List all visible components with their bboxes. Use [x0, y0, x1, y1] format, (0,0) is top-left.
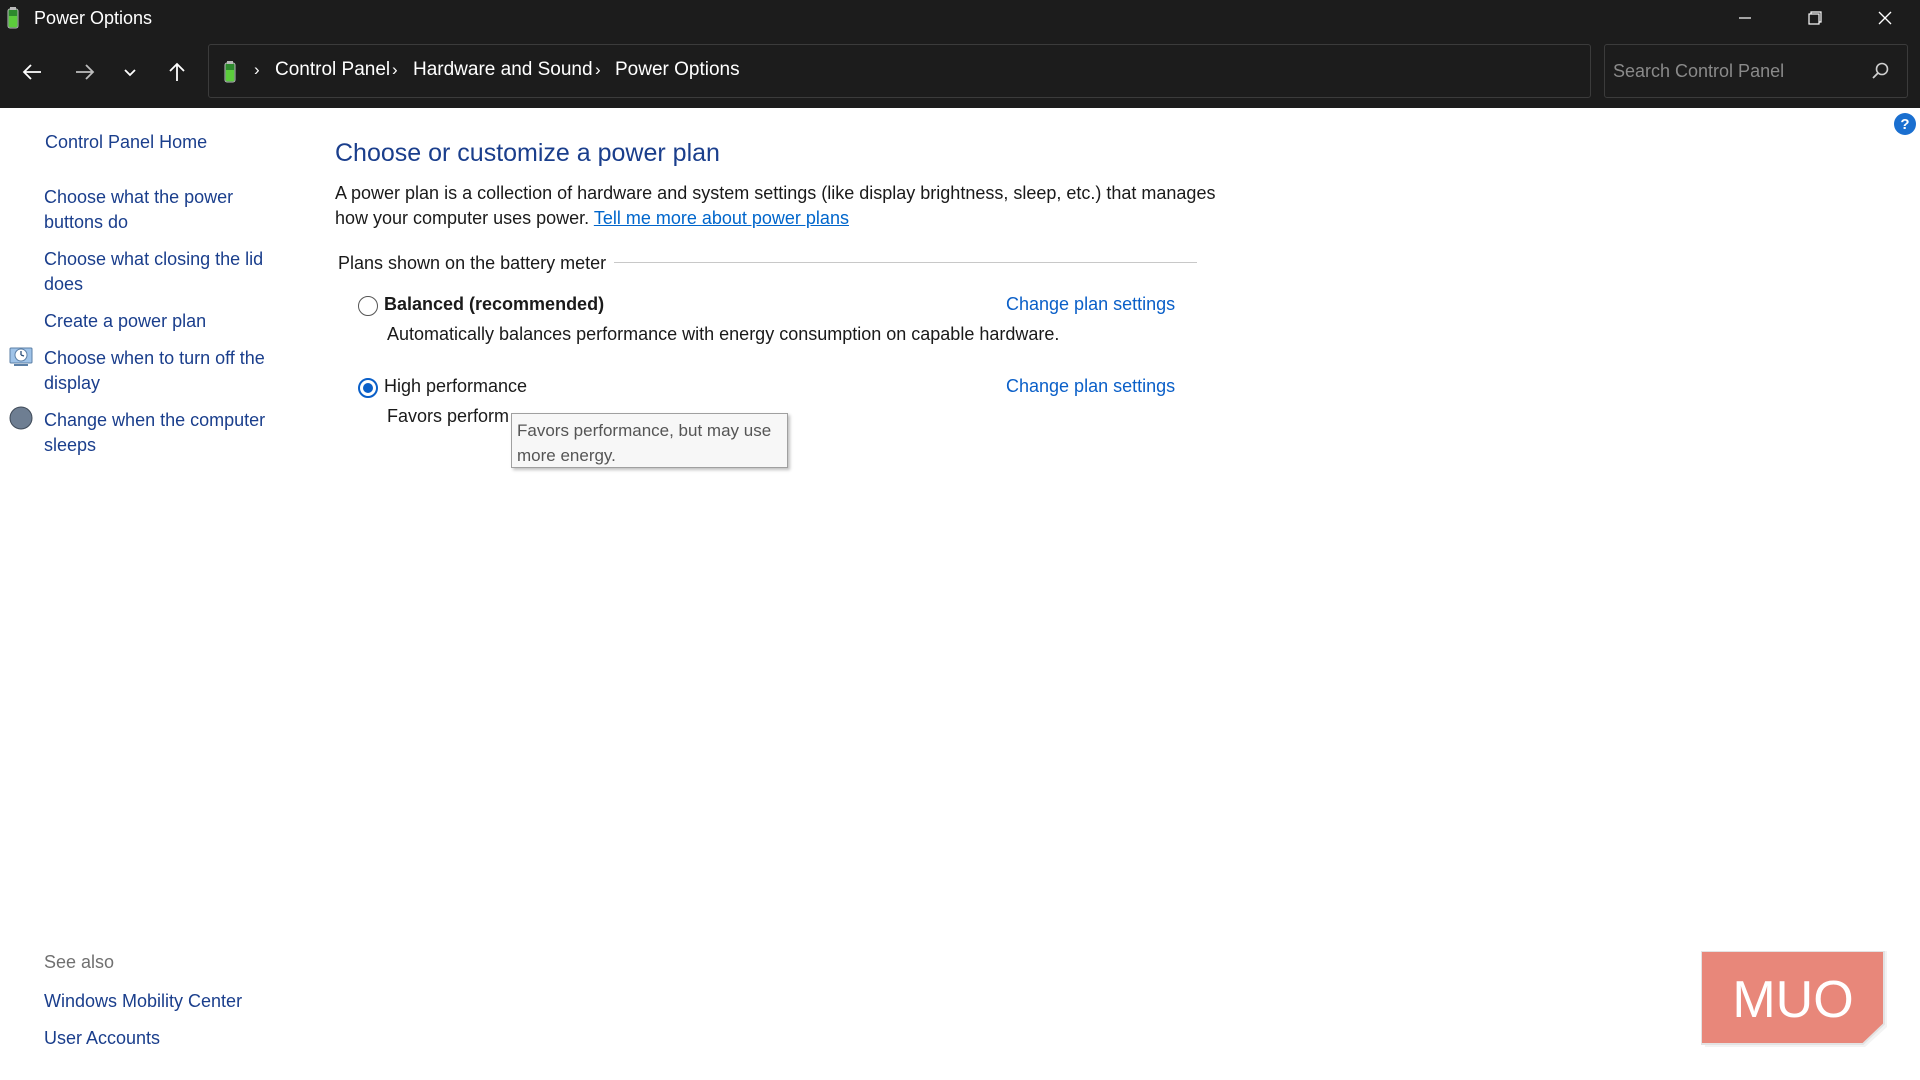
search-icon[interactable] — [1869, 60, 1891, 82]
up-button[interactable] — [157, 54, 197, 90]
sidebar-control-panel-home[interactable]: Control Panel Home — [45, 130, 285, 155]
high-performance-plan-name[interactable]: High performance — [384, 376, 527, 397]
chevron-right-icon: › — [254, 60, 260, 79]
sidebar-item-create-plan[interactable]: Create a power plan — [44, 309, 284, 334]
close-button[interactable] — [1850, 0, 1920, 36]
balanced-plan-description: Automatically balances performance with … — [387, 324, 1060, 344]
chevron-right-icon: › — [595, 60, 601, 79]
breadcrumb-control-panel[interactable]: Control Panel — [275, 59, 390, 81]
sidebar-item-turn-off-display[interactable]: Choose when to turn off the display — [44, 346, 284, 396]
page-description: A power plan is a collection of hardware… — [335, 181, 1235, 231]
chevron-right-icon: › — [392, 60, 398, 79]
power-options-icon — [7, 7, 19, 29]
high-performance-change-settings-link[interactable]: Change plan settings — [1006, 376, 1175, 397]
sleep-moon-icon — [9, 406, 33, 430]
balanced-change-settings-link[interactable]: Change plan settings — [1006, 294, 1175, 315]
arrow-right-icon — [76, 64, 95, 80]
close-icon — [1878, 11, 1892, 25]
forward-button[interactable] — [65, 54, 105, 90]
search-box[interactable] — [1604, 44, 1908, 98]
breadcrumb-hardware-and-sound[interactable]: Hardware and Sound — [413, 59, 593, 81]
sidebar-item-computer-sleeps[interactable]: Change when the computer sleeps — [44, 408, 284, 458]
group-label: Plans shown on the battery meter — [338, 253, 607, 273]
balanced-plan-radio[interactable] — [358, 296, 378, 316]
see-also-user-accounts[interactable]: User Accounts — [44, 1026, 284, 1051]
high-performance-plan-description: Favors perform — [387, 406, 510, 426]
display-clock-icon — [9, 347, 33, 366]
sidebar-item-power-buttons[interactable]: Choose what the power buttons do — [44, 185, 264, 235]
window-title: Power Options — [34, 8, 153, 28]
power-options-icon — [224, 61, 236, 83]
navigation-bar: › Control Panel › Hardware and Sound › P… — [0, 36, 1920, 108]
chevron-down-icon — [124, 69, 136, 77]
page-title: Choose or customize a power plan — [335, 139, 720, 167]
high-performance-plan-radio[interactable] — [358, 378, 378, 398]
group-divider — [614, 262, 1197, 263]
restore-button[interactable] — [1780, 0, 1850, 36]
address-bar[interactable]: › Control Panel › Hardware and Sound › P… — [208, 44, 1779, 98]
minimize-icon — [1739, 17, 1751, 19]
back-button[interactable] — [12, 54, 52, 90]
recent-locations-button[interactable] — [110, 54, 150, 90]
muo-logo-text: MUO — [1732, 971, 1853, 1029]
balanced-plan-name[interactable]: Balanced (recommended) — [384, 294, 604, 315]
title-bar: Power Options — [0, 0, 1920, 36]
muo-logo: MUO — [1701, 951, 1887, 1047]
see-also-mobility-center[interactable]: Windows Mobility Center — [44, 989, 284, 1014]
learn-more-link[interactable]: Tell me more about power plans — [594, 208, 849, 228]
see-also-heading: See also — [44, 952, 115, 972]
sidebar-item-closing-lid[interactable]: Choose what closing the lid does — [44, 247, 274, 297]
restore-icon — [1808, 11, 1822, 25]
help-icon[interactable]: ? — [1894, 113, 1916, 135]
arrow-left-icon — [22, 64, 41, 80]
search-input[interactable] — [1613, 57, 1853, 85]
arrow-up-icon — [169, 62, 185, 81]
breadcrumb-power-options[interactable]: Power Options — [615, 59, 740, 81]
minimize-button[interactable] — [1710, 0, 1780, 36]
tooltip: Favors performance, but may use more ene… — [511, 413, 788, 468]
